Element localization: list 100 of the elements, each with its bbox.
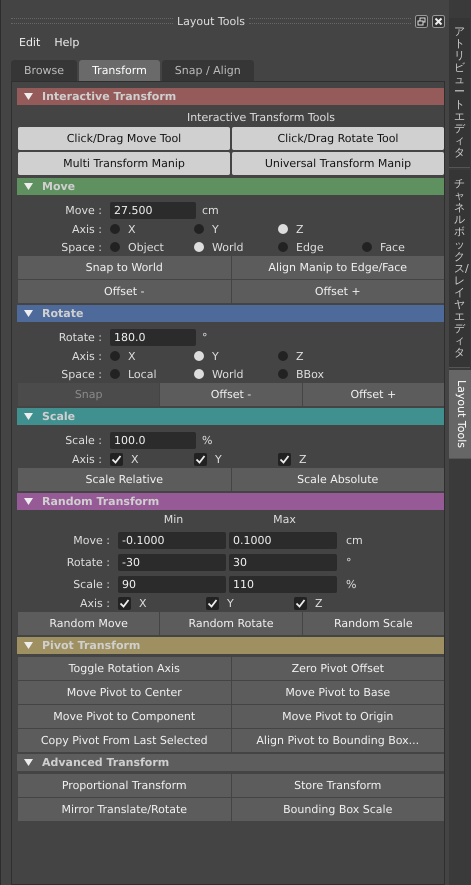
tab[interactable]: Browse (11, 60, 78, 81)
checkbox[interactable] (294, 596, 307, 610)
max-field[interactable]: 0.1000 (229, 532, 337, 548)
radio-button[interactable] (194, 224, 204, 234)
field-label: Rotate : (58, 330, 103, 344)
checkbox-label: X (131, 452, 139, 466)
checkbox-label: Z (315, 596, 323, 610)
action-button[interactable]: Toggle Rotation Axis (18, 657, 230, 680)
field-label: Scale : (72, 578, 111, 590)
action-button[interactable]: Offset + (302, 383, 444, 406)
min-field[interactable]: -0.1000 (118, 532, 226, 548)
max-field[interactable]: 30 (229, 554, 337, 570)
tab[interactable]: Snap / Align (162, 60, 254, 81)
action-button[interactable]: Store Transform (232, 774, 444, 797)
float-window-icon[interactable] (415, 14, 428, 28)
side-tab[interactable]: アトリビュートエディタ (449, 18, 470, 168)
option-label: Axis : (70, 222, 103, 236)
action-button[interactable]: Offset - (160, 383, 302, 406)
action-button[interactable]: Click/Drag Rotate Tool (232, 127, 444, 150)
radio-label: World (212, 368, 244, 380)
radio-label: Local (128, 368, 157, 380)
unit-label: ° (345, 556, 352, 568)
expanded-triangle-icon (24, 498, 33, 505)
action-button[interactable]: Zero Pivot Offset (232, 657, 444, 680)
action-button[interactable]: Align Manip to Edge/Face (232, 256, 444, 279)
checkbox[interactable] (194, 452, 207, 466)
checkbox[interactable] (118, 596, 131, 610)
side-tab[interactable]: Layout Tools (449, 370, 471, 460)
side-tab[interactable]: チャネルボックス/レイヤエディタ (449, 170, 470, 368)
radio-button[interactable] (278, 242, 288, 252)
menu-item[interactable]: Edit (19, 36, 40, 56)
tab[interactable]: Transform (79, 60, 160, 81)
action-button[interactable]: Proportional Transform (18, 774, 230, 797)
action-button[interactable]: Multi Transform Manip (18, 152, 230, 175)
section-header[interactable]: Rotate (17, 305, 444, 322)
min-field[interactable]: -30 (118, 554, 226, 570)
radio-button[interactable] (278, 351, 288, 361)
checkbox[interactable] (110, 452, 123, 466)
action-button[interactable]: Mirror Translate/Rotate (18, 798, 230, 821)
action-button[interactable]: Scale Relative (18, 468, 230, 491)
radio-button[interactable] (194, 369, 204, 379)
close-icon[interactable] (432, 14, 445, 28)
action-button[interactable]: Click/Drag Move Tool (18, 127, 230, 150)
action-button[interactable]: Random Move (18, 612, 160, 635)
option-label: Space : (60, 368, 103, 380)
action-button[interactable]: Snap to World (18, 256, 230, 279)
action-button[interactable]: Scale Absolute (232, 468, 444, 491)
section-title: Move (42, 180, 76, 193)
radio-button[interactable] (194, 351, 204, 361)
action-button[interactable]: Bounding Box Scale (232, 798, 444, 821)
radio-label: Object (128, 240, 164, 254)
radio-button[interactable] (110, 242, 120, 252)
expanded-triangle-icon (24, 413, 33, 420)
radio-label: Y (212, 222, 219, 236)
action-button[interactable]: Move Pivot to Base (232, 681, 444, 704)
checkbox-label: Y (215, 452, 222, 466)
number-field[interactable]: 27.500 (110, 202, 196, 218)
number-field[interactable]: 180.0 (110, 328, 196, 346)
radio-label: Z (296, 350, 304, 362)
section-title: Interactive Transform (42, 90, 176, 103)
radio-button[interactable] (194, 242, 204, 252)
action-button[interactable]: Universal Transform Manip (232, 152, 444, 175)
max-field[interactable]: 110 (229, 576, 337, 592)
radio-button[interactable] (110, 224, 120, 234)
section-title: Advanced Transform (42, 756, 170, 769)
action-button[interactable]: Move Pivot to Component (18, 705, 230, 728)
expanded-triangle-icon (24, 759, 33, 766)
section-header[interactable]: Advanced Transform (17, 754, 444, 771)
radio-button[interactable] (362, 242, 372, 252)
window-title: Layout Tools (177, 14, 245, 28)
action-button[interactable]: Random Rotate (160, 612, 302, 635)
action-button[interactable]: Move Pivot to Origin (232, 705, 444, 728)
radio-button[interactable] (110, 351, 120, 361)
column-header: Max (272, 513, 297, 528)
action-button[interactable]: Random Scale (302, 612, 444, 635)
radio-label: Z (296, 222, 304, 236)
expanded-triangle-icon (24, 310, 33, 317)
radio-label: X (128, 222, 136, 236)
action-button[interactable]: Offset - (18, 280, 230, 303)
checkbox[interactable] (206, 596, 219, 610)
action-button[interactable]: Move Pivot to Center (18, 681, 230, 704)
section-header[interactable]: Random Transform (17, 493, 444, 510)
action-button[interactable]: Align Pivot to Bounding Box... (232, 729, 444, 752)
checkbox[interactable] (278, 452, 291, 466)
menu-item[interactable]: Help (54, 36, 80, 56)
section-title: Rotate (42, 307, 84, 320)
radio-label: World (212, 240, 244, 254)
radio-button[interactable] (110, 369, 120, 379)
number-field[interactable]: 100.0 (110, 432, 196, 448)
option-label: Axis : (78, 596, 111, 610)
action-button[interactable]: Offset + (232, 280, 444, 303)
caption-text: Interactive Transform Tools (186, 110, 336, 126)
checkbox-label: X (139, 596, 147, 610)
radio-button[interactable] (278, 369, 288, 379)
radio-button[interactable] (278, 224, 288, 234)
action-button[interactable]: Copy Pivot From Last Selected (18, 729, 230, 752)
min-field[interactable]: 90 (118, 576, 226, 592)
radio-label: X (128, 350, 136, 362)
section-header[interactable]: Interactive Transform (17, 88, 444, 105)
field-label: Rotate : (66, 556, 111, 568)
